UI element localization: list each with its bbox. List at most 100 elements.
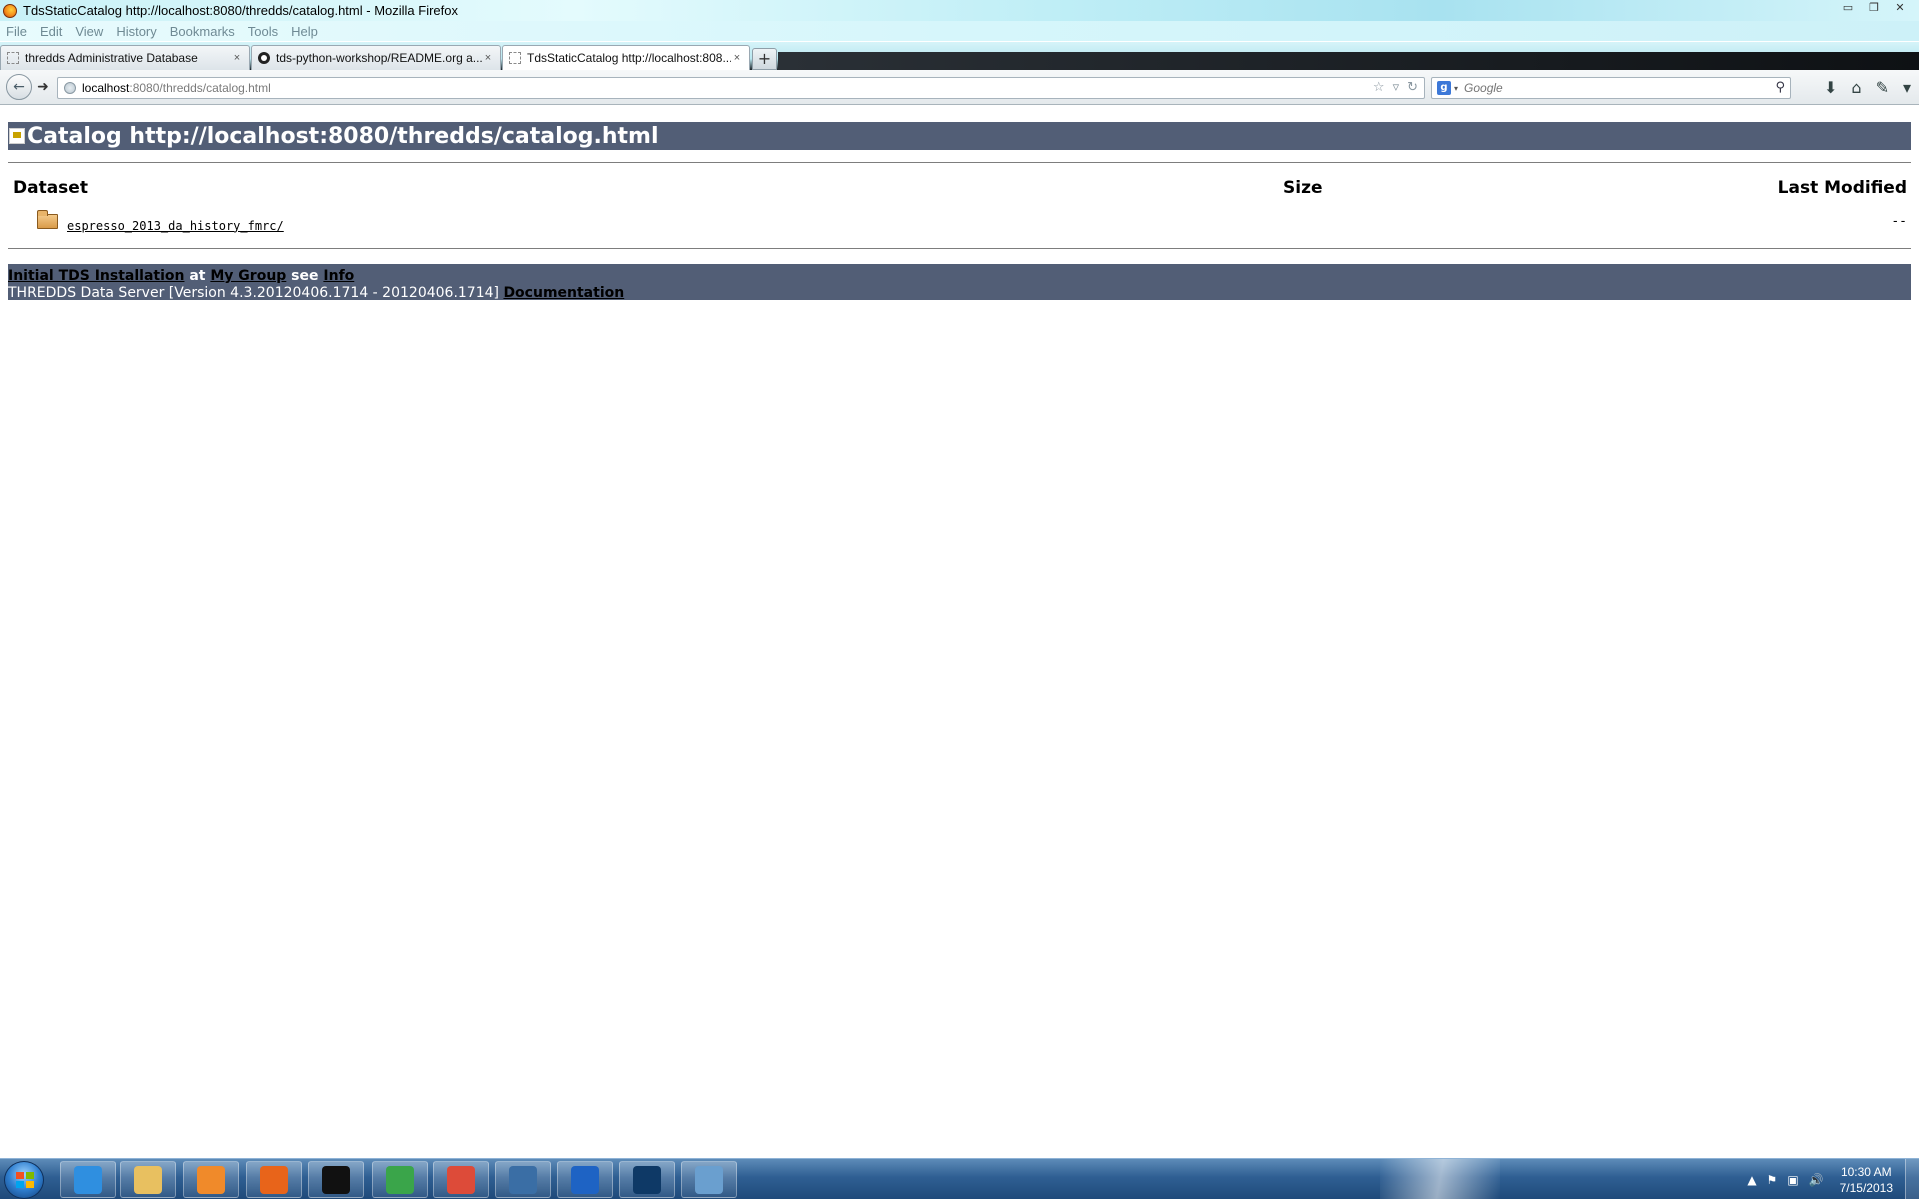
close-window-button[interactable]: ✕ (1889, 0, 1911, 16)
tab-label: tds-python-workshop/README.org a... (276, 51, 482, 65)
last-modified-value: -- (1891, 214, 1907, 229)
site-identity-icon[interactable] (64, 82, 76, 94)
close-tab-icon[interactable]: × (731, 52, 743, 64)
taskbar-button[interactable] (619, 1161, 675, 1198)
url-host: localhost (82, 81, 130, 95)
taskbar-button[interactable] (308, 1161, 364, 1198)
firefox-icon (260, 1165, 288, 1194)
divider (8, 248, 1911, 249)
taskbar-button[interactable] (681, 1161, 737, 1198)
window-title: TdsStaticCatalog http://localhost:8080/t… (23, 3, 458, 18)
close-tab-icon[interactable]: × (482, 52, 494, 64)
taskbar-button[interactable] (246, 1161, 302, 1198)
firefox-logo-icon (3, 3, 17, 18)
system-tray: ▲ ⚑ ▣ 🔊 10:30 AM 7/15/2013 (1747, 1159, 1919, 1199)
taskbar-button[interactable] (372, 1161, 428, 1198)
show-desktop-button[interactable] (1905, 1159, 1919, 1199)
column-header-last-modified: Last Modified (1777, 178, 1907, 198)
show-hidden-icons-icon[interactable]: ▲ (1747, 1173, 1756, 1187)
tab-label: TdsStaticCatalog http://localhost:808... (527, 51, 731, 65)
catalog-header: Catalog http://localhost:8080/thredds/ca… (8, 122, 1911, 150)
thunderbird-icon (509, 1165, 537, 1194)
forward-button[interactable]: ➜ (35, 79, 51, 95)
taskbar-button[interactable] (183, 1161, 239, 1198)
installation-link[interactable]: Initial TDS Installation (8, 268, 184, 284)
tab-catalog[interactable]: TdsStaticCatalog http://localhost:808...… (502, 45, 750, 70)
page-icon (7, 52, 19, 64)
git-gui-icon (386, 1165, 414, 1194)
dataset-link[interactable]: espresso_2013_da_history_fmrc/ (67, 219, 284, 233)
taskbar-button[interactable] (433, 1161, 489, 1198)
action-center-flag-icon[interactable]: ⚑ (1767, 1173, 1778, 1187)
home-icon[interactable]: ⌂ (1851, 78, 1861, 97)
toolbar-buttons: ⬇ ⌂ ✎ ▾ (1824, 78, 1911, 97)
footer-at-text: at (184, 268, 211, 284)
tab-thredds-admin[interactable]: thredds Administrative Database × (0, 45, 250, 70)
chrome-icon (447, 1165, 475, 1194)
server-version-text: THREDDS Data Server [Version 4.3.2012040… (8, 285, 504, 301)
search-engine-dropdown-icon[interactable]: ▾ (1454, 84, 1458, 93)
bookmark-star-icon[interactable]: ☆ (1373, 80, 1385, 95)
github-icon (258, 52, 270, 64)
info-link[interactable]: Info (323, 268, 354, 284)
address-bar[interactable]: localhost:8080/thredds/catalog.html ☆ ▿ … (57, 77, 1425, 99)
intellij-icon (571, 1165, 599, 1194)
navigation-bar: ← ➜ localhost:8080/thredds/catalog.html … (0, 70, 1919, 105)
close-tab-icon[interactable]: × (231, 52, 243, 64)
column-header-dataset: Dataset (13, 178, 88, 198)
file-explorer-icon (134, 1165, 162, 1194)
taskbar-button[interactable] (557, 1161, 613, 1198)
restore-button[interactable]: ❐ (1863, 0, 1885, 16)
catalog-footer: Initial TDS Installation at My Group see… (8, 264, 1911, 302)
tab-strip: thredds Administrative Database × tds-py… (0, 42, 1919, 70)
clock-date: 7/15/2013 (1839, 1180, 1893, 1195)
network-icon[interactable]: ▣ (1787, 1173, 1798, 1187)
footer-line-installation: Initial TDS Installation at My Group see… (8, 268, 1911, 285)
taskbar: ▲ ⚑ ▣ 🔊 10:30 AM 7/15/2013 (0, 1158, 1919, 1199)
taskbar-button[interactable] (60, 1161, 116, 1198)
start-button[interactable] (4, 1161, 44, 1199)
reload-icon[interactable]: ↻ (1407, 80, 1418, 95)
internet-explorer-icon (74, 1165, 102, 1194)
virtualbox-icon (633, 1165, 661, 1194)
broken-image-icon (9, 128, 25, 144)
menu-view[interactable]: View (75, 24, 103, 39)
menu-help[interactable]: Help (291, 24, 318, 39)
menu-bookmarks[interactable]: Bookmarks (170, 24, 235, 39)
search-icon[interactable]: ⚲ (1775, 80, 1785, 95)
menu-file[interactable]: File (6, 24, 27, 39)
documentation-link[interactable]: Documentation (503, 285, 624, 301)
new-tab-button[interactable]: + (752, 48, 777, 70)
tray-icons: ▲ ⚑ ▣ 🔊 (1747, 1173, 1823, 1187)
tab-github-readme[interactable]: tds-python-workshop/README.org a... × (251, 45, 501, 70)
taskbar-button[interactable] (495, 1161, 551, 1198)
minimize-button[interactable]: ▭ (1837, 0, 1859, 16)
search-input[interactable] (1464, 81, 1765, 95)
menu-tools[interactable]: Tools (248, 24, 278, 39)
volume-icon[interactable]: 🔊 (1809, 1173, 1824, 1187)
menu-history[interactable]: History (116, 24, 156, 39)
media-player-icon (197, 1165, 225, 1194)
window-title-bar: TdsStaticCatalog http://localhost:8080/t… (0, 0, 1919, 21)
windows-logo-icon (16, 1172, 34, 1188)
taskbar-highlight (1380, 1159, 1500, 1199)
divider (8, 162, 1911, 163)
menu-bar: File Edit View History Bookmarks Tools H… (0, 21, 1919, 41)
group-link[interactable]: My Group (210, 268, 286, 284)
footer-line-server: THREDDS Data Server [Version 4.3.2012040… (8, 285, 1911, 302)
history-dropdown-icon[interactable]: ▿ (1393, 80, 1400, 95)
remote-desktop-icon (695, 1165, 723, 1194)
back-button[interactable]: ← (6, 74, 32, 100)
page-content: Catalog http://localhost:8080/thredds/ca… (0, 106, 1919, 1158)
search-bar[interactable]: g ▾ ⚲ (1431, 77, 1791, 99)
page-icon (509, 52, 521, 64)
menu-edit[interactable]: Edit (40, 24, 62, 39)
addon-dropdown-icon[interactable]: ▾ (1903, 78, 1911, 97)
taskbar-button[interactable] (120, 1161, 176, 1198)
url-path: :8080/thredds/catalog.html (129, 81, 271, 95)
page-title: Catalog http://localhost:8080/thredds/ca… (27, 123, 659, 149)
google-icon[interactable]: g (1437, 81, 1451, 95)
clock[interactable]: 10:30 AM 7/15/2013 (1840, 1164, 1893, 1196)
download-icon[interactable]: ⬇ (1824, 78, 1837, 97)
addon-icon[interactable]: ✎ (1876, 78, 1889, 97)
